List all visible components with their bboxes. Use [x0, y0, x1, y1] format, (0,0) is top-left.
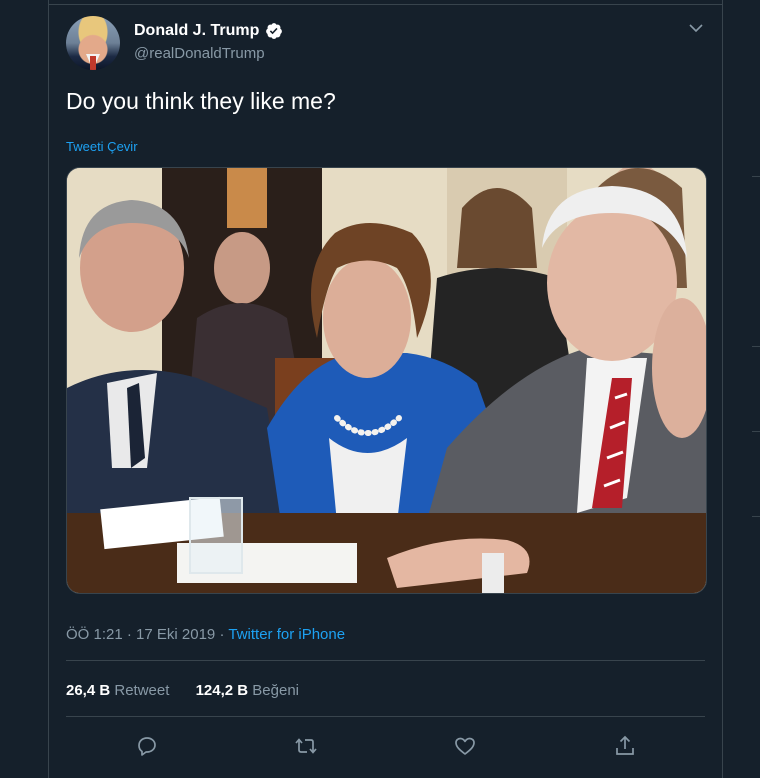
likes-stat[interactable]: 124,2 B Beğeni: [196, 682, 299, 699]
tweet-time[interactable]: ÖÖ 1:21: [66, 626, 123, 643]
sidebar-divider: [752, 176, 760, 177]
retweets-stat[interactable]: 26,4 B Retweet: [66, 682, 169, 699]
likes-count: 124,2 B: [195, 682, 249, 699]
share-icon: [616, 735, 634, 755]
tweet-text: Do you think they like me?: [66, 88, 336, 114]
author-handle[interactable]: @realDonaldTrump: [134, 45, 265, 62]
chevron-down-icon[interactable]: [688, 22, 704, 34]
divider: [66, 660, 705, 661]
retweet-icon: [295, 738, 317, 754]
divider: [66, 716, 705, 717]
author-name[interactable]: Donald J. Trump: [134, 22, 259, 40]
sidebar-divider: [752, 516, 760, 517]
photo-illustration: [67, 168, 706, 593]
retweets-count: 26,4 B: [66, 682, 111, 699]
sidebar-divider: [752, 346, 760, 347]
reply-button[interactable]: [135, 734, 159, 758]
tweet-stats: 26,4 B Retweet 124,2 B Beğeni: [66, 682, 321, 699]
translate-tweet-link[interactable]: Tweeti Çevir: [66, 139, 138, 154]
tweet-date[interactable]: 17 Eki 2019: [136, 626, 215, 643]
avatar-tie: [90, 56, 96, 70]
column-border-left: [48, 0, 49, 778]
column-border-right: [722, 0, 723, 778]
tweet-top-border: [48, 4, 723, 5]
share-button[interactable]: [613, 734, 637, 758]
sidebar-divider: [752, 431, 760, 432]
retweet-button[interactable]: [294, 734, 318, 758]
retweets-label: Retweet: [114, 682, 170, 699]
like-button[interactable]: [453, 734, 477, 758]
tweet-source[interactable]: Twitter for iPhone: [228, 626, 345, 643]
verified-badge-icon: [266, 23, 282, 39]
author-avatar[interactable]: [66, 16, 120, 70]
tweet-photo[interactable]: [66, 167, 707, 594]
reply-icon: [138, 737, 156, 756]
heart-icon: [455, 737, 475, 755]
tweet-metadata: ÖÖ 1:21 · 17 Eki 2019 · Twitter for iPho…: [66, 626, 345, 643]
likes-label: Beğeni: [252, 682, 300, 699]
meta-separator: ·: [126, 626, 132, 643]
meta-separator: ·: [219, 626, 225, 643]
